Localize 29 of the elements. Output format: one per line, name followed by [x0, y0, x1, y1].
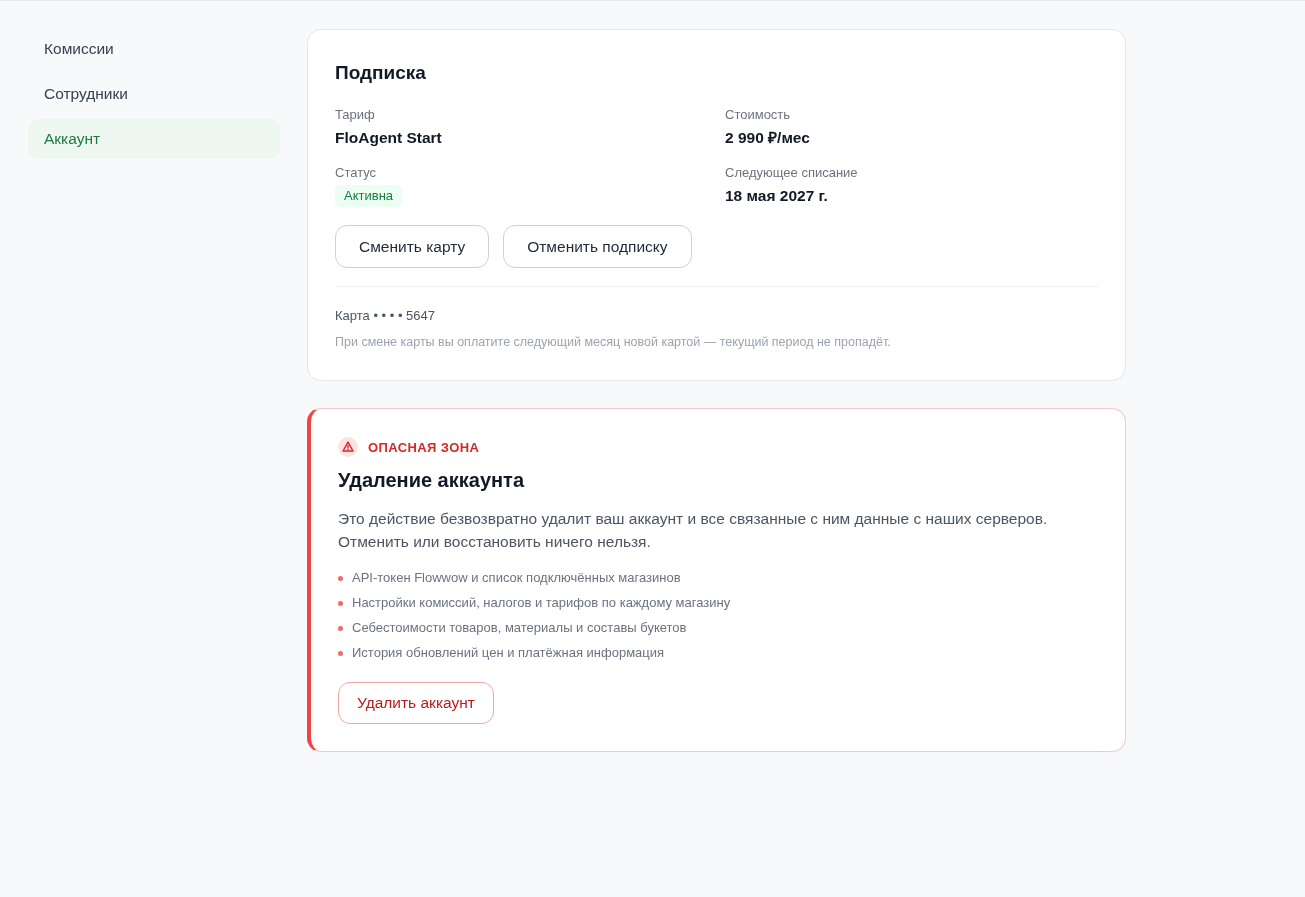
field-value: 2 990 ₽/мес	[725, 128, 810, 148]
sidebar-item[interactable]: Аккаунт	[28, 119, 280, 159]
field-label: Тариф	[335, 106, 375, 124]
card-note: При смене карты вы оплатите следующий месяц новой картой — текущий период не пропадёт.	[335, 334, 892, 351]
sidebar-item[interactable]: Сотрудники	[28, 74, 280, 114]
warning-icon	[338, 437, 358, 457]
bullet-icon	[338, 650, 343, 656]
field-value: FloAgent Start	[335, 128, 442, 148]
list-item: API-токен Flowwow и список подключённых магазинов	[352, 569, 681, 587]
bullet-icon	[338, 600, 343, 606]
field-label: Стоимость	[725, 106, 791, 124]
danger-title: Удаление аккаунта	[338, 468, 526, 493]
list-item: Настройки комиссий, налогов и тарифов по каждому магазину	[352, 594, 731, 612]
bullet-icon	[338, 575, 343, 581]
field-label: Статус	[335, 164, 377, 182]
danger-description: Это действие безвозвратно удалит ваш аккаунт и все связанные с ним данные с наших серверов. Отменить или восстановить ничего нельзя.	[338, 509, 1049, 552]
field-value: 18 мая 2027 г.	[725, 186, 828, 206]
field-label: Следующее списание	[725, 164, 858, 182]
delete-account-button[interactable]: Удалить аккаунт	[338, 682, 494, 724]
sidebar-item[interactable]: Комиссии	[28, 29, 280, 69]
outline-button[interactable]: Отменить подписку	[503, 225, 692, 268]
list-item: История обновлений цен и платёжная информация	[352, 644, 665, 662]
card-number: Карта • • • • 5647	[335, 307, 436, 325]
outline-button[interactable]: Сменить карту	[335, 225, 490, 268]
status-badge: Активна	[335, 185, 403, 207]
danger-zone-label: ОПАСНАЯ ЗОНА	[368, 439, 480, 455]
list-item: Себестоимости товаров, материалы и составы букетов	[352, 619, 687, 637]
bullet-icon	[338, 625, 343, 631]
card-title: Подписка	[335, 61, 427, 85]
